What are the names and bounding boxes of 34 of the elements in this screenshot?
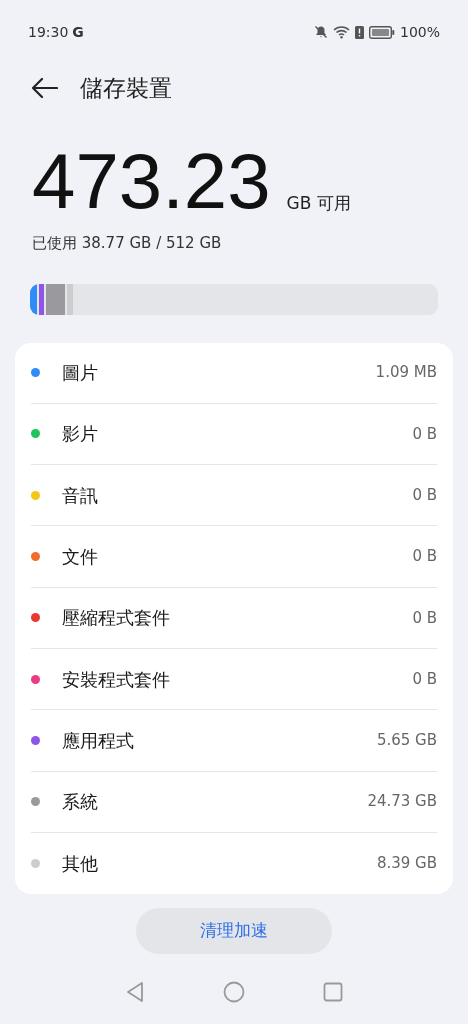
category-name[interactable]: 系統 [62, 788, 368, 816]
wifi-icon [332, 25, 350, 39]
clean-button[interactable]: 清理加速 [136, 908, 332, 955]
category-name[interactable]: 其他 [62, 850, 377, 877]
alert-icon [354, 25, 364, 39]
category-name[interactable]: 圖片 [62, 359, 376, 387]
status-time: 19:30 [28, 22, 69, 42]
notification-icon: G [72, 21, 84, 43]
category-size: 5.65 GB [376, 730, 437, 752]
recents-nav-icon[interactable] [323, 982, 343, 1002]
category-size: 1.09 MB [375, 362, 437, 384]
bell-off-icon [313, 25, 328, 39]
battery-icon [368, 25, 395, 39]
category-name[interactable]: 安裝程式套件 [62, 665, 413, 693]
category-size: 0 B [412, 423, 437, 445]
category-name[interactable]: 應用程式 [62, 726, 377, 754]
category-size: 0 B [412, 607, 437, 629]
category-size: 0 B [412, 668, 437, 690]
category-name[interactable]: 壓縮程式套件 [62, 604, 413, 632]
back-icon[interactable] [30, 77, 58, 99]
used-space: 已使用 38.77 GB / 512 GB [32, 233, 223, 254]
category-name[interactable]: 文件 [62, 543, 413, 571]
category-name[interactable]: 影片 [62, 420, 413, 448]
back-nav-icon[interactable] [125, 981, 145, 1003]
category-size: 8.39 GB [376, 853, 437, 875]
available-space: 473.23 [32, 142, 271, 220]
category-size: 0 B [412, 485, 437, 506]
page-title: 儲存裝置 [80, 73, 172, 103]
category-size: 24.73 GB [367, 791, 437, 813]
battery-percent: 100% [399, 22, 440, 42]
category-size: 0 B [412, 546, 437, 568]
home-nav-icon[interactable] [223, 981, 245, 1003]
category-name[interactable]: 音訊 [62, 481, 413, 509]
available-unit: GB 可用 [286, 191, 351, 215]
